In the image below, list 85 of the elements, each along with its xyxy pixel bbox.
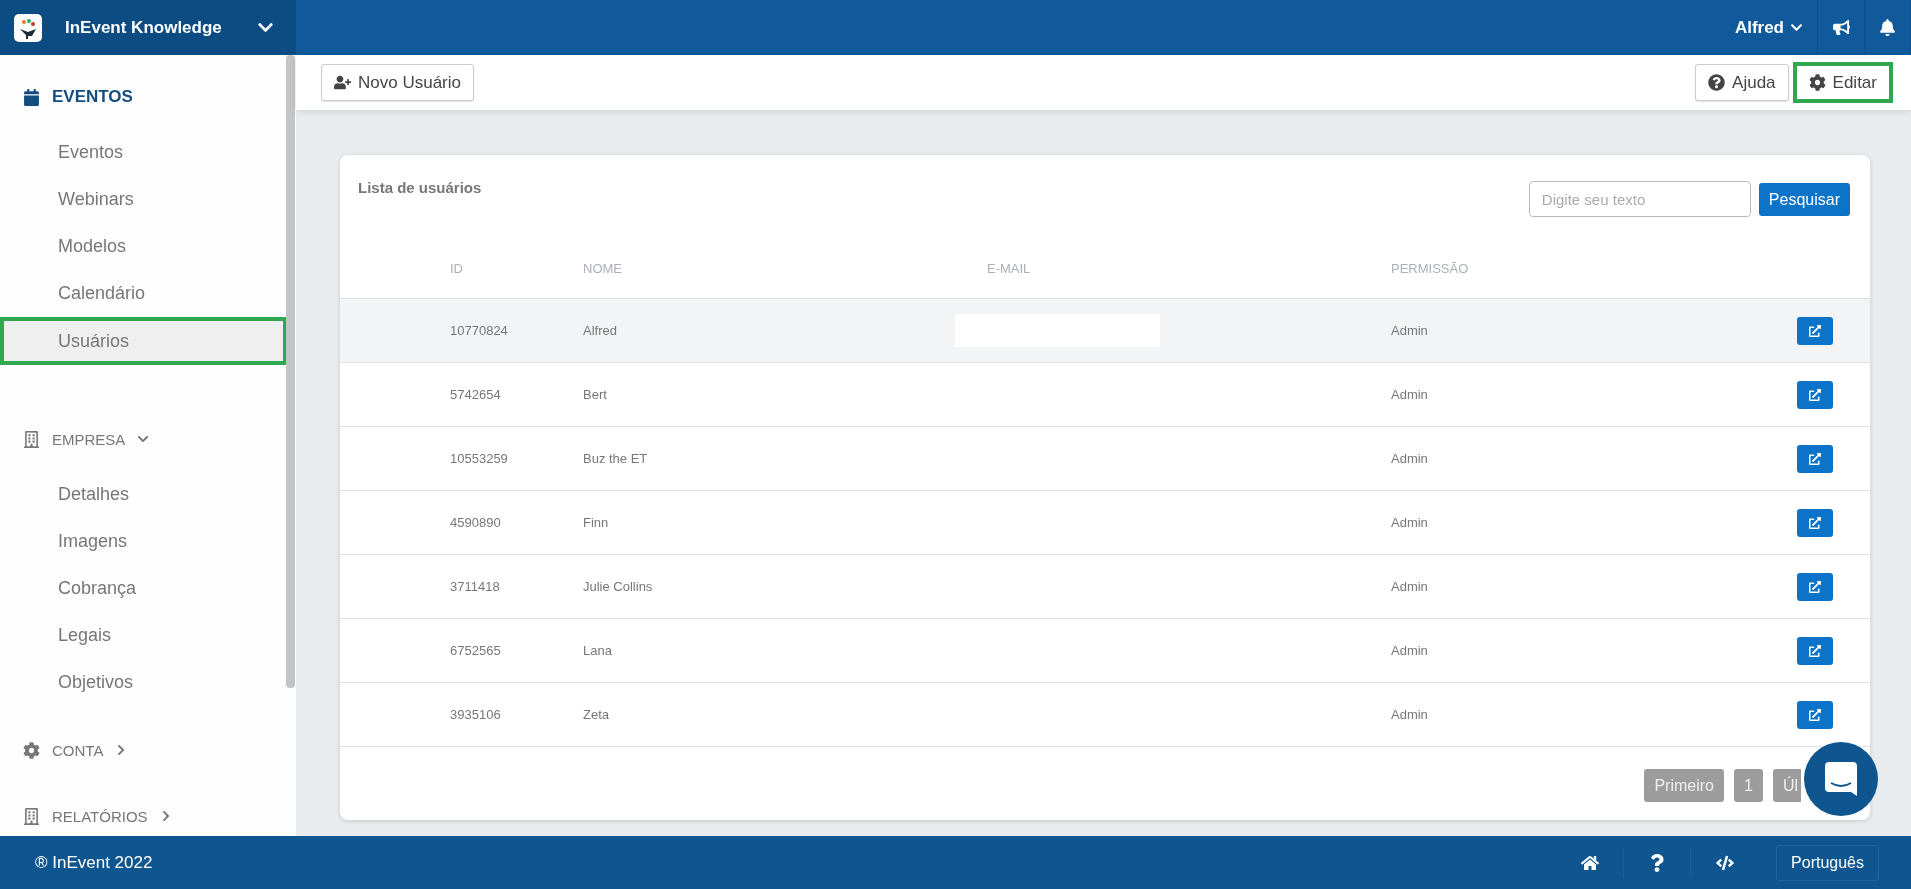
language-button[interactable]: Português bbox=[1776, 844, 1879, 881]
open-button[interactable] bbox=[1797, 316, 1833, 345]
help-icon bbox=[1708, 74, 1726, 91]
table-row[interactable]: 4590890 Finn Admin bbox=[340, 491, 1870, 555]
table-cell-text: Lana bbox=[583, 643, 613, 658]
calendar-icon bbox=[23, 88, 40, 106]
copyright-text: ® InEvent 2022 bbox=[35, 852, 154, 873]
external-link-icon bbox=[1809, 388, 1821, 401]
table-cell-text: Admin bbox=[1391, 643, 1429, 658]
table-cell-text: Admin bbox=[1391, 451, 1429, 466]
sidebar-item[interactable]: Legais bbox=[0, 612, 286, 659]
building-icon bbox=[23, 430, 40, 448]
sidebar-item[interactable]: Webinars bbox=[0, 176, 286, 223]
table-cell-text: 10553259 bbox=[450, 451, 509, 466]
page-button[interactable]: Primeiro bbox=[1644, 769, 1724, 802]
table-cell-text: Zeta bbox=[583, 707, 610, 722]
sidebar-section[interactable]: EVENTOS bbox=[0, 85, 133, 109]
external-link-icon bbox=[1809, 580, 1821, 593]
open-button[interactable] bbox=[1797, 572, 1833, 601]
table-cell-text: 6752565 bbox=[450, 643, 502, 658]
column-header: ID bbox=[450, 261, 464, 276]
sidebar-item[interactable]: Detalhes bbox=[0, 471, 286, 518]
sidebar-item[interactable]: Usuários bbox=[0, 317, 286, 365]
table-cell-text: 4590890 bbox=[450, 515, 502, 530]
settings-icon bbox=[1808, 74, 1826, 91]
table-cell-text: Bert bbox=[583, 387, 608, 402]
table-row[interactable]: 10770824 Alfred Admin bbox=[340, 299, 1870, 363]
organization-name: InEvent Knowledge bbox=[65, 17, 223, 38]
sidebar-section[interactable]: RELATÓRIOS bbox=[0, 804, 172, 828]
table-cell-text: 5742654 bbox=[450, 387, 502, 402]
table-cell-text: Admin bbox=[1391, 323, 1429, 338]
table-row[interactable]: 10553259 Buz the ET Admin bbox=[340, 427, 1870, 491]
sidebar-section[interactable]: EMPRESA bbox=[0, 427, 150, 451]
edit-button[interactable]: Editar bbox=[1792, 62, 1893, 103]
table-row[interactable]: 6752565 Lana Admin bbox=[340, 619, 1870, 683]
open-button[interactable] bbox=[1797, 700, 1833, 729]
column-header: NOME bbox=[583, 261, 623, 276]
scrollbar[interactable] bbox=[286, 55, 295, 688]
card-title: Lista de usuários bbox=[358, 179, 483, 196]
user-plus-icon bbox=[334, 74, 351, 91]
chevron-down-icon bbox=[137, 433, 150, 445]
external-link-icon bbox=[1809, 516, 1821, 529]
search-field[interactable]: Digite seu texto bbox=[1528, 181, 1751, 217]
sidebar-item[interactable]: Modelos bbox=[0, 223, 286, 270]
open-button[interactable] bbox=[1797, 636, 1833, 665]
chevron-down-icon bbox=[1790, 21, 1803, 34]
table-cell-text: 3711418 bbox=[450, 579, 501, 594]
sidebar-item[interactable]: Eventos bbox=[0, 129, 286, 176]
external-link-icon bbox=[1809, 324, 1821, 337]
table-cell-text: Admin bbox=[1391, 579, 1429, 594]
sidebar-item[interactable]: Imagens bbox=[0, 518, 286, 565]
table-cell-text: Admin bbox=[1391, 707, 1429, 722]
table-cell-text: Admin bbox=[1391, 515, 1429, 530]
table-cell-text: Buz the ET bbox=[583, 451, 649, 466]
table-cell-text: Admin bbox=[1391, 387, 1429, 402]
table-cell-text: Julie Collins bbox=[583, 579, 654, 594]
table-cell-text: 3935106 bbox=[450, 707, 502, 722]
sidebar-section[interactable]: CONTA bbox=[0, 738, 128, 762]
new-user-button[interactable]: Novo Usuário bbox=[321, 64, 474, 101]
open-button[interactable] bbox=[1797, 508, 1833, 537]
user-menu[interactable]: Alfred bbox=[1720, 0, 1817, 55]
external-link-icon bbox=[1809, 644, 1821, 657]
table-cell-text: 10770824 bbox=[450, 323, 509, 338]
external-link-icon bbox=[1809, 708, 1821, 721]
table-row[interactable]: 3935106 Zeta Admin bbox=[340, 683, 1870, 747]
table-cell-text: Alfred bbox=[583, 323, 618, 338]
settings-icon bbox=[23, 741, 40, 759]
table-row[interactable]: 5742654 Bert Admin bbox=[340, 363, 1870, 427]
building-icon bbox=[23, 807, 40, 825]
page-button[interactable]: 1 bbox=[1734, 769, 1763, 802]
logo-icon bbox=[14, 13, 42, 42]
column-header: E-MAIL bbox=[987, 261, 1032, 276]
table-cell-text: Finn bbox=[583, 515, 610, 530]
sidebar-item[interactable]: Objetivos bbox=[0, 659, 286, 706]
page-button[interactable]: Úl bbox=[1772, 769, 1801, 802]
open-button[interactable] bbox=[1797, 444, 1833, 473]
chat-bubble-icon bbox=[1825, 762, 1857, 796]
open-button[interactable] bbox=[1797, 380, 1833, 409]
search-button[interactable]: Pesquisar bbox=[1758, 183, 1850, 216]
external-link-icon bbox=[1809, 452, 1821, 465]
column-header: PERMISSÃO bbox=[1391, 261, 1470, 276]
sidebar-item[interactable]: Calendário bbox=[0, 270, 286, 317]
table-row[interactable]: 3711418 Julie Collins Admin bbox=[340, 555, 1870, 619]
sidebar-item[interactable]: Cobrança bbox=[0, 565, 286, 612]
help-button[interactable]: Ajuda bbox=[1695, 64, 1789, 101]
